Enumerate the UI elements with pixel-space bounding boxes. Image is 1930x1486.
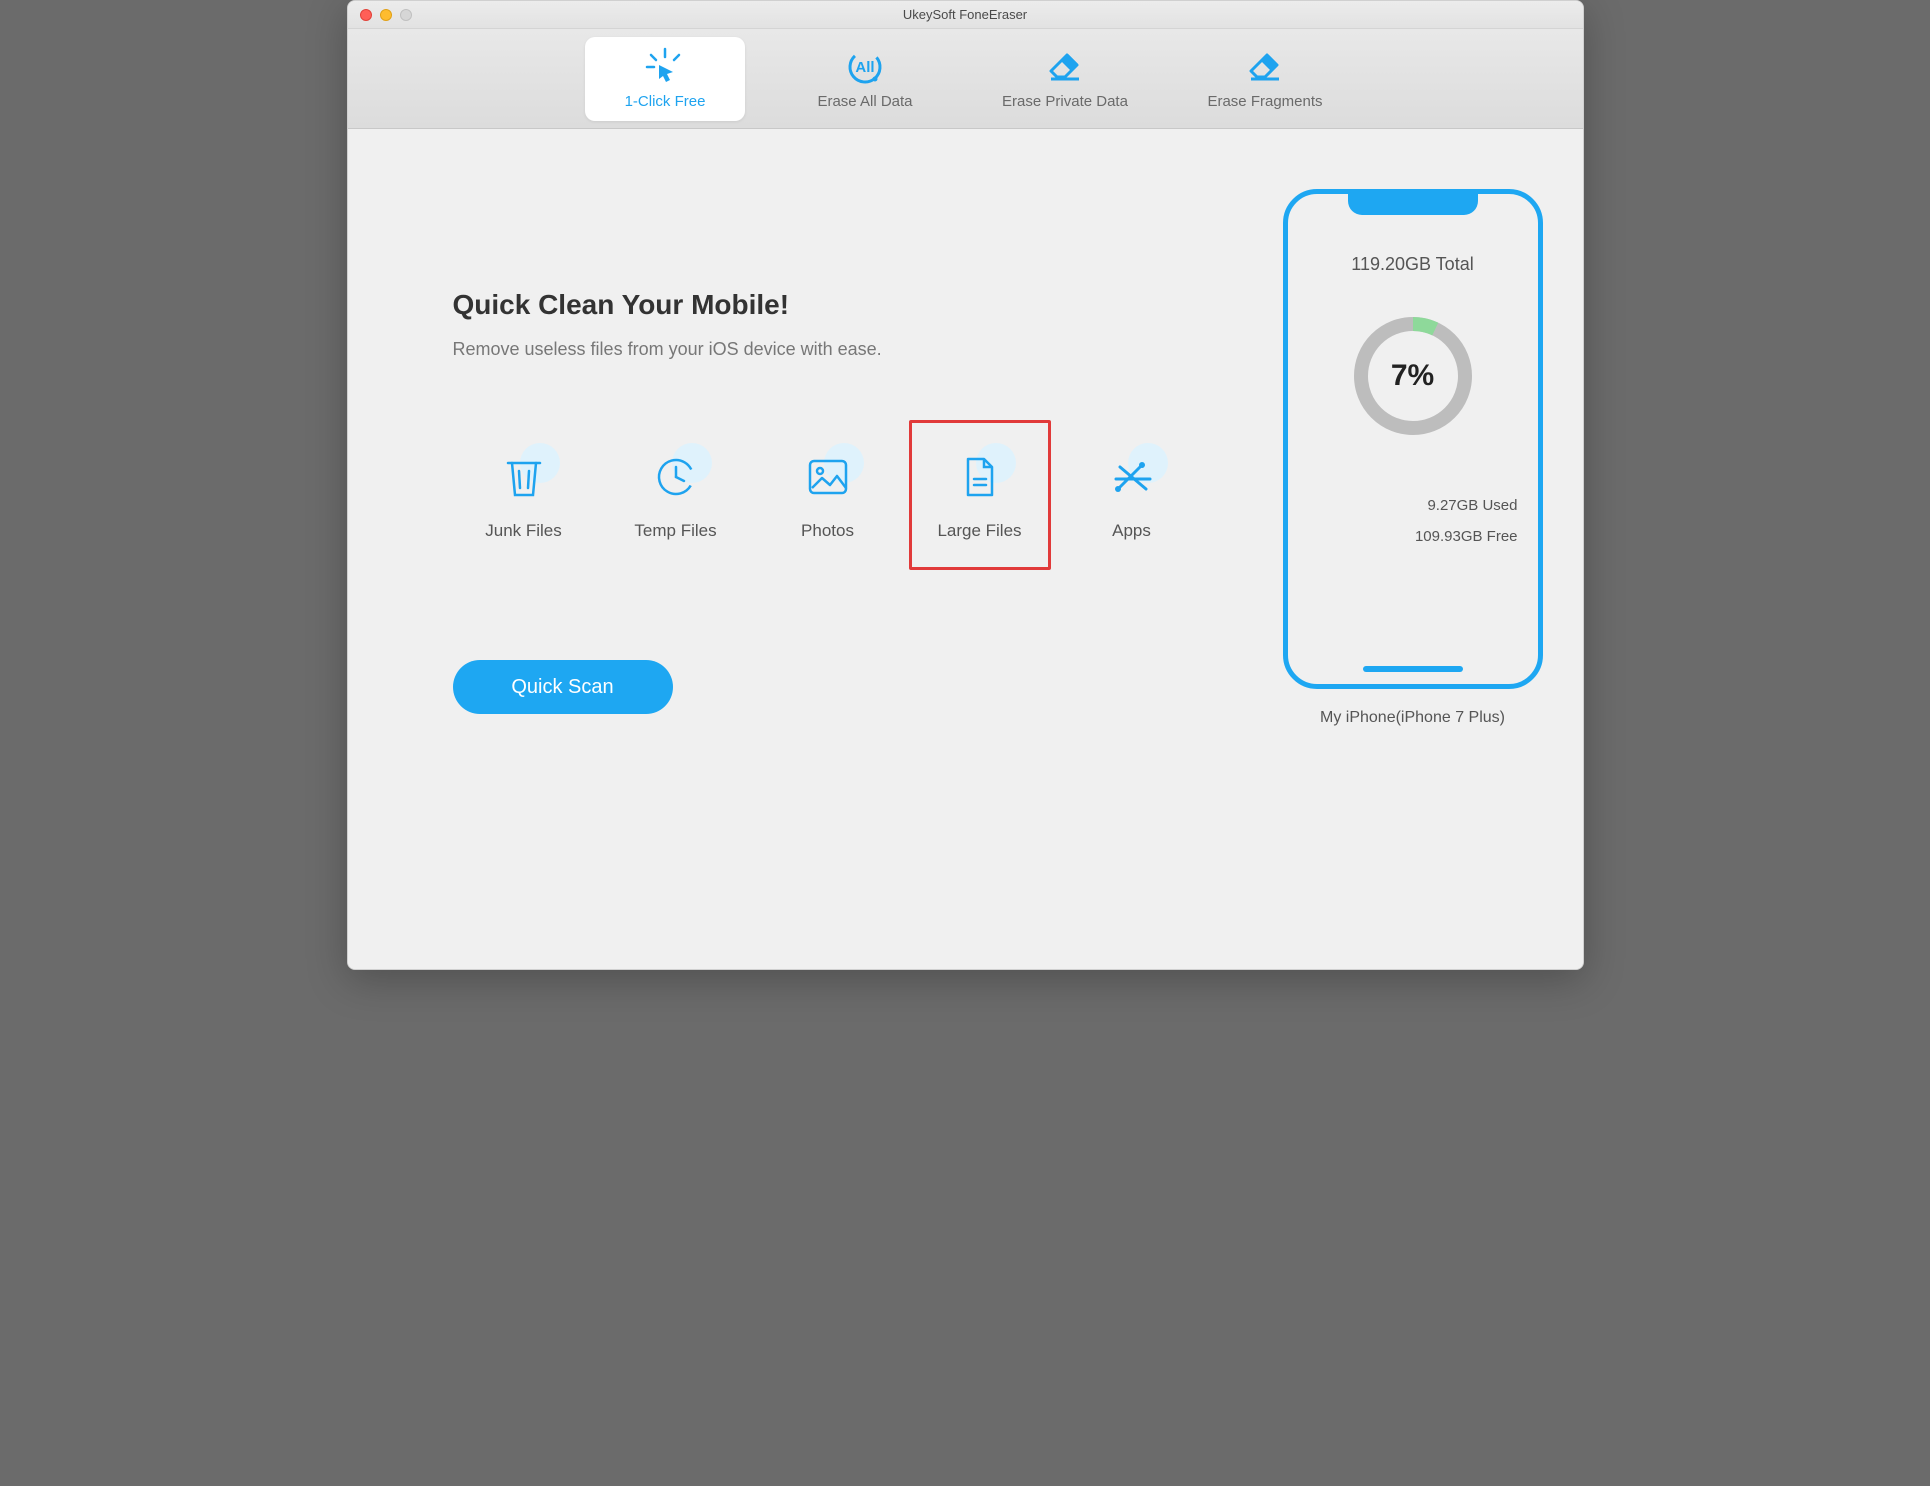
device-panel: 119.20GB Total 7% 9.27GB Used 109.93GB F… xyxy=(1243,129,1583,969)
app-window: UkeySoft FoneEraser 1-Click Free xyxy=(347,0,1584,970)
category-label: Apps xyxy=(1112,521,1151,541)
close-icon[interactable] xyxy=(360,9,372,21)
cursor-click-icon xyxy=(642,47,688,87)
category-label: Photos xyxy=(801,521,854,541)
page-subtitle: Remove useless files from your iOS devic… xyxy=(453,339,1203,360)
category-list: Junk Files Temp Files Photos xyxy=(453,420,1203,570)
storage-used: 9.27GB Used xyxy=(1427,497,1517,514)
photo-icon xyxy=(800,449,856,505)
phone-notch-icon xyxy=(1348,193,1478,215)
category-apps[interactable]: Apps xyxy=(1061,420,1203,570)
titlebar: UkeySoft FoneEraser xyxy=(348,1,1583,29)
page-title: Quick Clean Your Mobile! xyxy=(453,289,1203,321)
category-label: Junk Files xyxy=(485,521,562,541)
category-junk-files[interactable]: Junk Files xyxy=(453,420,595,570)
minimize-icon[interactable] xyxy=(380,9,392,21)
home-indicator-icon xyxy=(1363,666,1463,672)
category-large-files[interactable]: Large Files xyxy=(909,420,1051,570)
storage-percent: 7% xyxy=(1348,311,1478,441)
category-label: Large Files xyxy=(937,521,1021,541)
content-area: Quick Clean Your Mobile! Remove useless … xyxy=(348,129,1583,969)
eraser-icon xyxy=(1042,47,1088,87)
category-temp-files[interactable]: Temp Files xyxy=(605,420,747,570)
eraser-fragments-icon xyxy=(1242,47,1288,87)
tab-label: Erase Fragments xyxy=(1207,93,1322,110)
apps-icon xyxy=(1104,449,1160,505)
device-name: My iPhone(iPhone 7 Plus) xyxy=(1320,709,1505,727)
window-title: UkeySoft FoneEraser xyxy=(903,7,1027,22)
toolbar: 1-Click Free All Erase All Data xyxy=(348,29,1583,129)
quick-scan-button[interactable]: Quick Scan xyxy=(453,660,673,714)
tab-erase-fragments[interactable]: Erase Fragments xyxy=(1185,37,1345,121)
trash-icon xyxy=(496,449,552,505)
maximize-icon xyxy=(400,9,412,21)
svg-text:All: All xyxy=(855,59,874,76)
tab-erase-all-data[interactable]: All Erase All Data xyxy=(785,37,945,121)
erase-all-icon: All xyxy=(842,47,888,87)
storage-free: 109.93GB Free xyxy=(1415,528,1518,545)
category-label: Temp Files xyxy=(634,521,716,541)
clock-icon xyxy=(648,449,704,505)
tab-label: 1-Click Free xyxy=(625,93,706,110)
phone-graphic: 119.20GB Total 7% 9.27GB Used 109.93GB F… xyxy=(1283,189,1543,689)
main-panel: Quick Clean Your Mobile! Remove useless … xyxy=(348,129,1243,969)
tab-erase-private-data[interactable]: Erase Private Data xyxy=(985,37,1145,121)
file-icon xyxy=(952,449,1008,505)
tab-label: Erase All Data xyxy=(817,93,912,110)
storage-ring: 7% xyxy=(1348,311,1478,441)
category-photos[interactable]: Photos xyxy=(757,420,899,570)
tab-label: Erase Private Data xyxy=(1002,93,1128,110)
traffic-lights xyxy=(360,9,412,21)
tab-1-click-free[interactable]: 1-Click Free xyxy=(585,37,745,121)
storage-total: 119.20GB Total xyxy=(1351,254,1473,275)
